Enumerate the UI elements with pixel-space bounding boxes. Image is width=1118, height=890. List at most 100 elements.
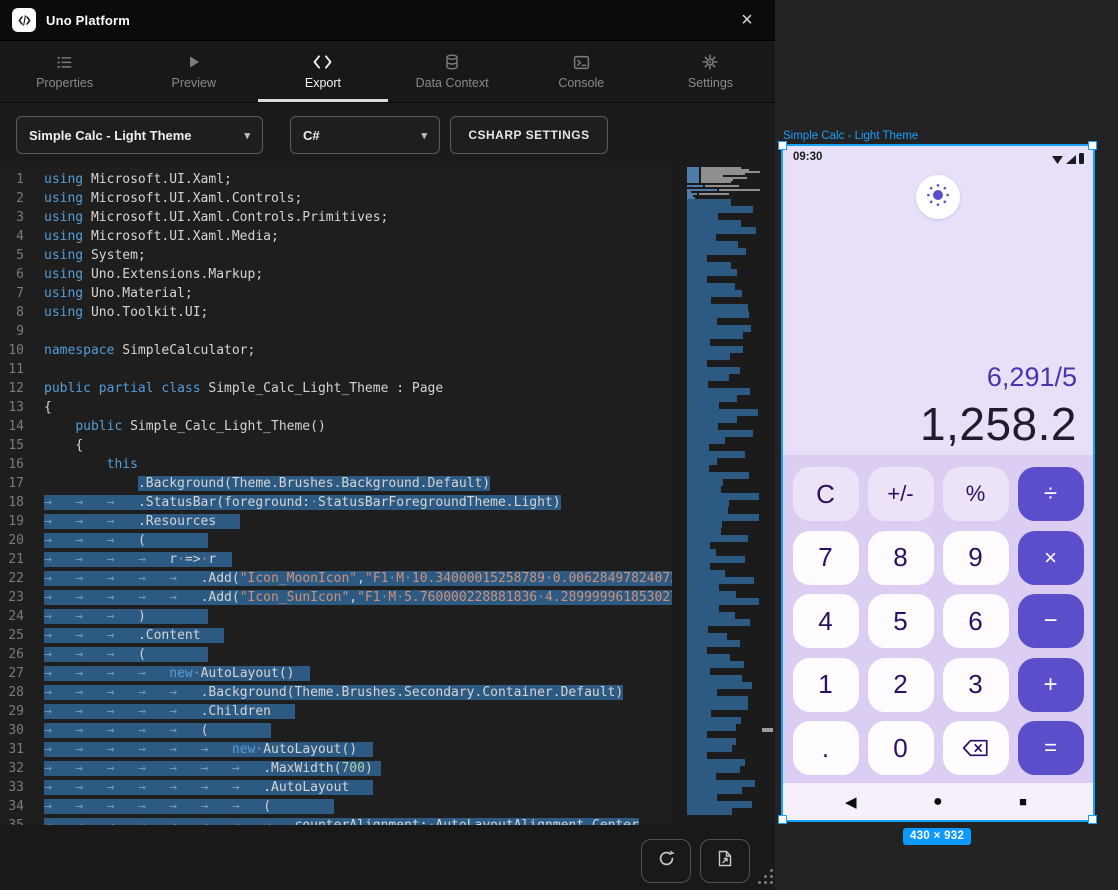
tab-label: Properties <box>36 76 93 90</box>
line-number: 1 <box>0 170 44 189</box>
line-number: 5 <box>0 246 44 265</box>
code-line: 22→ → → → → .Add("Icon_MoonIcon","F1·M·1… <box>0 569 672 588</box>
line-number: 23 <box>0 588 44 607</box>
key-seven[interactable]: 7 <box>793 531 859 585</box>
line-number: 13 <box>0 398 44 417</box>
design-canvas[interactable]: Simple Calc - Light Theme 09:30 6,291/5 … <box>775 0 1118 890</box>
line-number: 33 <box>0 778 44 797</box>
line-number: 9 <box>0 322 44 341</box>
resize-grip[interactable] <box>758 869 774 885</box>
key-nine[interactable]: 9 <box>943 531 1009 585</box>
tab-console[interactable]: Console <box>517 41 646 102</box>
language-dropdown-value: C# <box>303 128 320 143</box>
code-line: 18→ → → .StatusBar(foreground:·StatusBar… <box>0 493 672 512</box>
frame-size-badge: 430 × 932 <box>903 828 971 845</box>
key-percent[interactable]: % <box>943 467 1009 521</box>
line-number: 4 <box>0 227 44 246</box>
nav-back-icon[interactable]: ◀ <box>845 793 857 811</box>
tab-label: Console <box>558 76 604 90</box>
selection-handle-bottom-right[interactable] <box>1088 815 1097 824</box>
key-three[interactable]: 3 <box>943 658 1009 712</box>
line-number: 3 <box>0 208 44 227</box>
code-line: 34→ → → → → → → ( <box>0 797 672 816</box>
line-number: 31 <box>0 740 44 759</box>
code-line: 21→ → → → r·=>·r <box>0 550 672 569</box>
scrollbar-marker[interactable] <box>762 728 773 732</box>
code-line: 16 this <box>0 455 672 474</box>
key-decimal[interactable]: . <box>793 721 859 775</box>
selection-handle-top-right[interactable] <box>1088 141 1097 150</box>
plugin-title: Uno Platform <box>46 13 130 28</box>
line-number: 11 <box>0 360 44 379</box>
code-line: 2using Microsoft.UI.Xaml.Controls; <box>0 189 672 208</box>
screen: Uno Platform × Properties PreviewExport Da… <box>0 0 1118 890</box>
theme-dropdown-value: Simple Calc - Light Theme <box>29 128 192 143</box>
key-multiply[interactable]: × <box>1018 531 1084 585</box>
code-editor[interactable]: 1using Microsoft.UI.Xaml;2using Microsof… <box>0 167 672 825</box>
code-line: 19→ → → .Resources <box>0 512 672 531</box>
key-two[interactable]: 2 <box>868 658 934 712</box>
selection-handle-bottom-left[interactable] <box>778 815 787 824</box>
code-line: 15 { <box>0 436 672 455</box>
code-line: 8using Uno.Toolkit.UI; <box>0 303 672 322</box>
line-number: 12 <box>0 379 44 398</box>
editor-minimap[interactable] <box>683 167 760 825</box>
code-line: 29→ → → → → .Children <box>0 702 672 721</box>
frame-label[interactable]: Simple Calc - Light Theme <box>783 130 918 142</box>
key-negate[interactable]: +/- <box>868 467 934 521</box>
line-number: 15 <box>0 436 44 455</box>
key-clear[interactable]: C <box>793 467 859 521</box>
key-six[interactable]: 6 <box>943 594 1009 648</box>
tab-settings[interactable]: Settings <box>646 41 775 102</box>
tab-data-context[interactable]: Data Context <box>388 41 517 102</box>
code-line: 27→ → → → new·AutoLayout() <box>0 664 672 683</box>
code-line: 30→ → → → → ( <box>0 721 672 740</box>
tab-label: Data Context <box>416 76 489 90</box>
line-number: 7 <box>0 284 44 303</box>
line-number: 17 <box>0 474 44 493</box>
key-five[interactable]: 5 <box>868 594 934 648</box>
code-line: 32→ → → → → → → .MaxWidth(700) <box>0 759 672 778</box>
line-number: 34 <box>0 797 44 816</box>
tab-properties[interactable]: Properties <box>0 41 129 102</box>
calculator-display: 6,291/5 1,258.2 <box>920 361 1077 451</box>
close-icon[interactable]: × <box>735 8 759 32</box>
code-line: 5using System; <box>0 246 672 265</box>
phone-preview-frame[interactable]: 09:30 6,291/5 1,258.2 C+/-%÷789×456−123+… <box>783 146 1093 820</box>
code-line: 31→ → → → → → new·AutoLayout() <box>0 740 672 759</box>
key-one[interactable]: 1 <box>793 658 859 712</box>
key-subtract[interactable]: − <box>1018 594 1084 648</box>
code-line: 24→ → → ) <box>0 607 672 626</box>
key-divide[interactable]: ÷ <box>1018 467 1084 521</box>
sun-icon <box>925 182 951 213</box>
code-line: 6using Uno.Extensions.Markup; <box>0 265 672 284</box>
language-dropdown[interactable]: C# ▾ <box>290 116 440 154</box>
key-eight[interactable]: 8 <box>868 531 934 585</box>
nav-recents-icon[interactable]: ■ <box>1019 794 1027 809</box>
key-backspace[interactable] <box>943 721 1009 775</box>
refresh-icon <box>657 849 676 873</box>
signal-icon <box>1066 155 1076 164</box>
line-number: 27 <box>0 664 44 683</box>
csharp-settings-button[interactable]: CSHARP SETTINGS <box>450 116 608 154</box>
selection-handle-top-left[interactable] <box>778 141 787 150</box>
tab-export[interactable]: Export <box>258 41 387 102</box>
battery-icon <box>1079 153 1084 164</box>
code-brackets-icon <box>12 8 36 32</box>
theme-toggle-button[interactable] <box>916 175 960 219</box>
line-number: 16 <box>0 455 44 474</box>
calculator-keypad: C+/-%÷ 789× 456− 123+.0 = <box>783 455 1093 783</box>
key-zero[interactable]: 0 <box>868 721 934 775</box>
line-number: 25 <box>0 626 44 645</box>
key-add[interactable]: + <box>1018 658 1084 712</box>
tab-preview[interactable]: Preview <box>129 41 258 102</box>
theme-dropdown[interactable]: Simple Calc - Light Theme ▾ <box>16 116 263 154</box>
nav-home-icon[interactable]: ● <box>933 793 943 811</box>
line-number: 18 <box>0 493 44 512</box>
key-four[interactable]: 4 <box>793 594 859 648</box>
key-equals[interactable]: = <box>1018 721 1084 775</box>
export-file-button[interactable] <box>700 839 750 883</box>
code-line: 10namespace SimpleCalculator; <box>0 341 672 360</box>
code-line: 4using Microsoft.UI.Xaml.Media; <box>0 227 672 246</box>
refresh-button[interactable] <box>641 839 691 883</box>
